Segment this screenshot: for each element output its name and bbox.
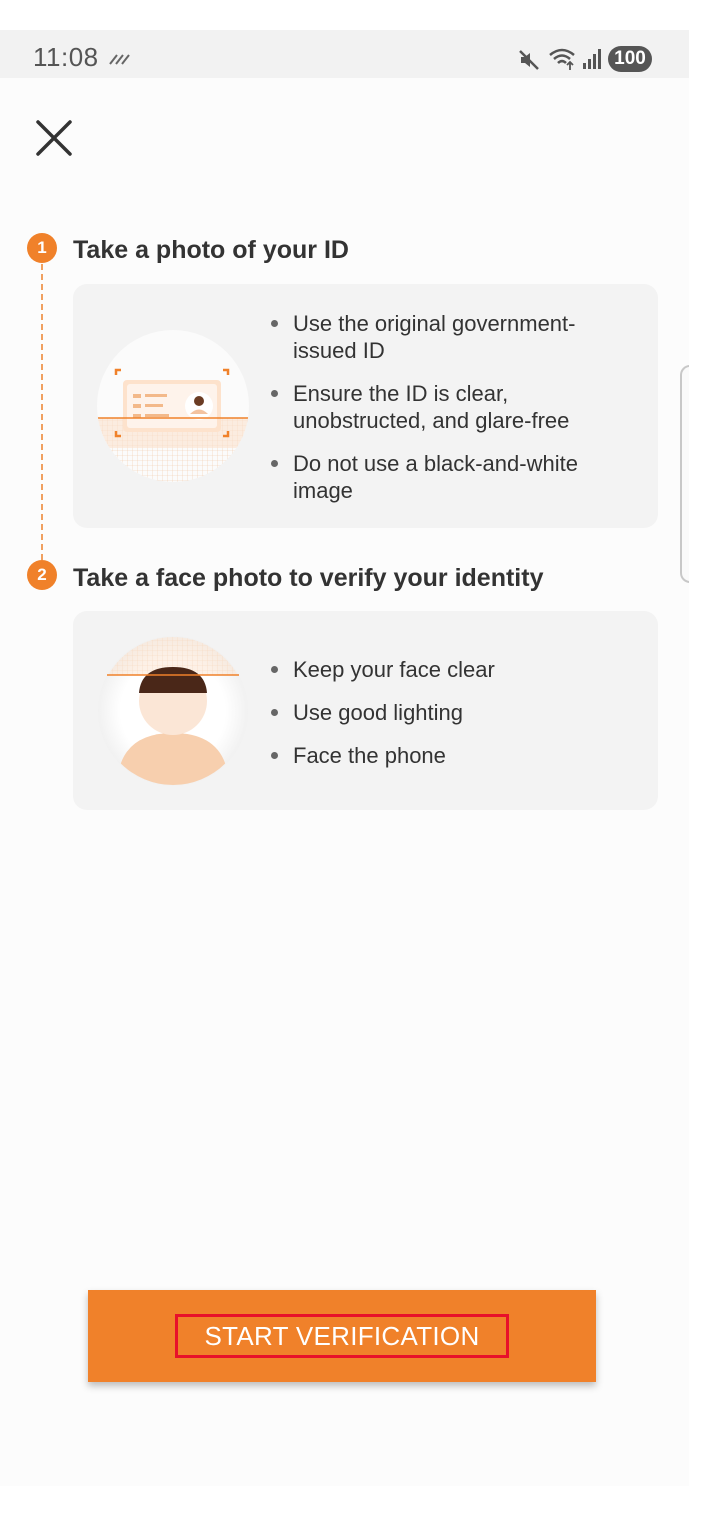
step-2-bullets: Keep your face clear Use good lighting F… — [271, 656, 633, 769]
step-1-bullets: Use the original government-issued ID En… — [271, 310, 633, 504]
step-1-badge: 1 — [27, 233, 57, 263]
face-icon — [98, 636, 248, 786]
status-bar: 11:08 100 — [0, 30, 689, 78]
step-2-title: Take a face photo to verify your identit… — [73, 564, 544, 592]
step-connector — [41, 264, 43, 560]
close-icon[interactable] — [34, 118, 74, 158]
list-item: Use the original government-issued ID — [271, 310, 633, 364]
wifi-icon — [549, 48, 575, 70]
battery-level: 100 — [614, 48, 646, 69]
start-verification-button[interactable]: START VERIFICATION — [88, 1290, 596, 1382]
list-item: Ensure the ID is clear, unobstructed, an… — [271, 380, 633, 434]
start-verification-label: START VERIFICATION — [175, 1314, 509, 1358]
list-item: Use good lighting — [271, 699, 633, 726]
status-time: 11:08 — [33, 42, 99, 72]
edge-panel-handle[interactable] — [680, 365, 689, 583]
list-item: Face the phone — [271, 742, 633, 769]
bars-icon — [109, 54, 130, 65]
step-1-title: Take a photo of your ID — [73, 236, 349, 264]
step-2-card: Keep your face clear Use good lighting F… — [73, 611, 658, 810]
id-card-icon — [97, 330, 249, 482]
step-2-badge: 2 — [27, 560, 57, 590]
signal-icon — [583, 49, 601, 69]
list-item: Do not use a black-and-white image — [271, 450, 633, 504]
verification-intro-screen: 11:08 100 1 Take a photo of your ID Use … — [0, 30, 689, 1486]
mute-icon — [519, 50, 539, 70]
step-1-card: Use the original government-issued ID En… — [73, 284, 658, 528]
list-item: Keep your face clear — [271, 656, 633, 683]
battery-icon: 100 — [608, 46, 652, 72]
